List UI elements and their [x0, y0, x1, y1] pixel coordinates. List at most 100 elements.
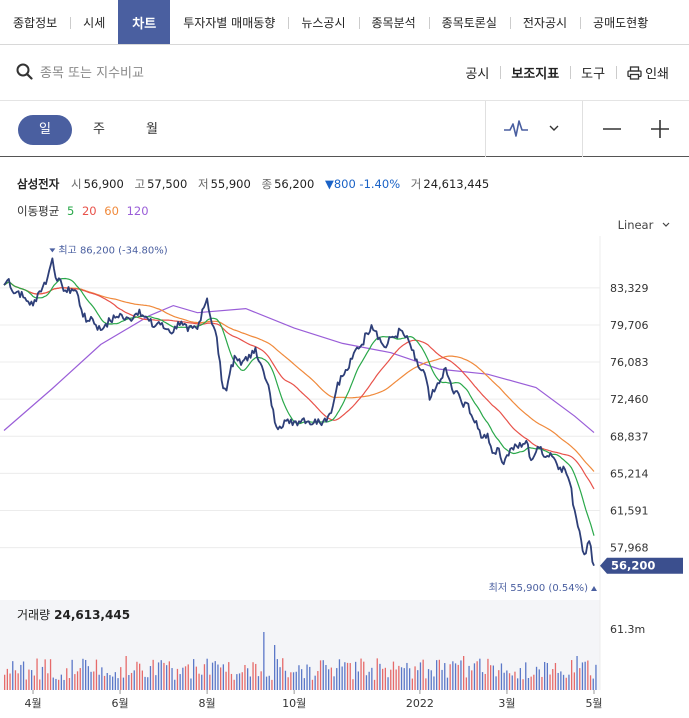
high-marker-icon [49, 248, 56, 253]
volume-bar [9, 673, 11, 690]
volume-bar [500, 663, 503, 690]
volume-bar [233, 679, 235, 690]
volume-bar [373, 679, 376, 690]
volume-bar [360, 658, 362, 690]
volume-bar [106, 672, 108, 690]
volume-bar [125, 656, 127, 690]
volume-bar [346, 662, 349, 690]
volume-bar [576, 656, 578, 690]
volume-bar [36, 658, 38, 690]
volume-bar [554, 662, 557, 690]
volume-bar [252, 662, 254, 690]
volume-bar [460, 660, 462, 690]
volume-bar [214, 661, 216, 690]
volume-bar [236, 674, 238, 690]
volume-bar [98, 674, 100, 690]
volume-bar [436, 660, 438, 690]
volume-bar [276, 659, 278, 690]
volume-bar [519, 668, 521, 690]
volume-bar [325, 664, 327, 690]
volume-bar [449, 664, 451, 690]
volume-bar [498, 670, 500, 690]
volume-bar [160, 660, 162, 690]
volume-bar [220, 667, 222, 690]
volume-bar [400, 667, 403, 690]
volume-bar [363, 661, 365, 690]
volume-bar [560, 671, 562, 690]
volume-bar [546, 663, 548, 690]
volume-bar [492, 665, 494, 690]
volume-bar [303, 678, 305, 690]
volume-bar [198, 673, 200, 690]
volume-bar [568, 674, 570, 690]
volume-bar [533, 674, 535, 690]
volume-bar [317, 671, 319, 690]
volume-bar [314, 675, 316, 690]
volume-bar [406, 662, 408, 690]
volume-bar [93, 671, 95, 690]
volume-bar [82, 658, 84, 690]
volume-bar [238, 673, 241, 690]
volume-bar [587, 660, 589, 690]
volume-bar [336, 668, 338, 690]
volume-bar [149, 666, 152, 690]
volume-bar [330, 667, 332, 690]
volume-bar [152, 659, 154, 690]
volume-bar [109, 675, 111, 690]
volume-bar [503, 672, 505, 690]
volume-bar [538, 669, 540, 690]
volume-bar [206, 658, 208, 690]
x-tick-label: 2022 [406, 697, 434, 710]
volume-bar [422, 659, 424, 690]
volume-bar [163, 662, 165, 690]
volume-bar [541, 676, 543, 690]
volume-bar [20, 664, 22, 690]
volume-bar [14, 670, 17, 690]
volume-bar [522, 679, 524, 690]
volume-bar [101, 667, 103, 690]
volume-bar [319, 660, 322, 690]
volume-bar [387, 677, 389, 690]
volume-bar [438, 659, 440, 690]
volume-bar [581, 662, 584, 690]
volume-bar [244, 664, 246, 690]
volume-bar [444, 663, 446, 690]
volume-bar [179, 674, 181, 690]
volume-bar [217, 664, 219, 690]
volume-bar [557, 672, 559, 690]
volume-bar [28, 669, 30, 690]
volume-bar [473, 663, 476, 690]
volume-bar [376, 658, 378, 690]
volume-bar [58, 679, 60, 690]
volume-bar [44, 659, 46, 690]
volume-bar [157, 662, 160, 690]
volume-bar [292, 672, 295, 690]
ma-60-line [3, 281, 595, 472]
volume-bar [368, 671, 370, 690]
volume-bar [357, 671, 359, 690]
volume-bar [344, 662, 346, 690]
volume-bar [430, 670, 432, 690]
volume-bar [371, 667, 373, 690]
volume-bar [476, 661, 478, 690]
volume-bar [454, 663, 457, 690]
volume-bar [427, 669, 430, 690]
volume-bar [301, 669, 303, 690]
volume-bar [268, 675, 270, 690]
volume-bar [419, 662, 422, 690]
volume-bar [144, 676, 146, 690]
volume-bar [595, 664, 597, 690]
volume-bar [176, 668, 179, 690]
volume-bar [6, 668, 8, 690]
volume-bar [136, 661, 138, 690]
volume-bar [452, 661, 454, 690]
volume-bar [155, 675, 157, 690]
x-tick-label: 4월 [24, 697, 41, 710]
volume-bar [535, 666, 538, 690]
y-tick-label: 72,460 [610, 393, 649, 406]
volume-bar [76, 671, 79, 690]
volume-bar [527, 677, 530, 690]
volume-bar [103, 675, 106, 690]
volume-bar [31, 670, 33, 690]
volume-bar [49, 659, 52, 690]
